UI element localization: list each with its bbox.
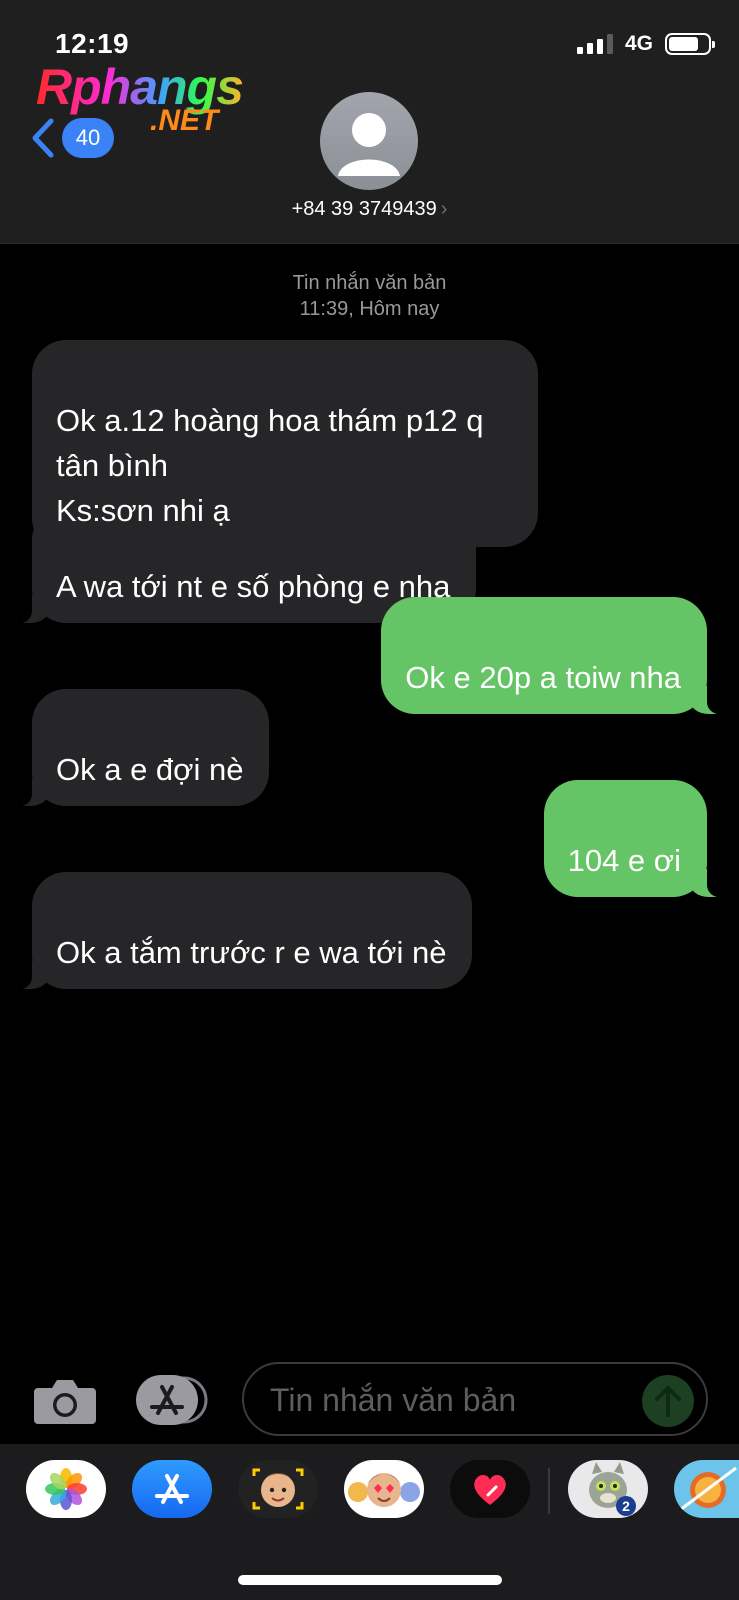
message-text: Ok a tắm trước r e wa tới nè [56,935,447,970]
arrow-up-icon [655,1386,681,1417]
drawer-divider [548,1468,550,1514]
chevron-left-icon [32,118,54,158]
digital-touch-icon[interactable] [450,1460,530,1518]
conversation-header: 12:19 4G Rphangs .NET 40 +84 39 3749439 › [0,0,739,244]
contact-name-button[interactable]: +84 39 3749439 › [0,198,739,221]
message-bubble-outgoing[interactable]: Ok e 20p a toiw nha [381,597,729,714]
battery-level [669,37,698,51]
message-text: 104 e ơi [567,843,681,878]
memoji-camera-glyph [252,1468,304,1510]
message-bubble-incoming[interactable]: Ok a tắm trước r e wa tới nè [9,872,473,989]
status-indicators: 4G [576,32,715,56]
person-icon [338,113,400,176]
fruit-ninja-glyph [679,1466,737,1512]
contact-avatar[interactable] [320,92,418,190]
message-bubble-incoming[interactable]: Ok a e đợi nè [9,689,270,806]
network-type: 4G [624,32,653,55]
message-input-placeholder: Tin nhắn văn bản [270,1382,517,1418]
apps-button[interactable] [136,1375,210,1425]
message-input[interactable]: Tin nhắn văn bản [242,1362,708,1436]
unread-count-badge: 40 [62,118,114,158]
talking-tom-glyph: 2 [589,1462,636,1516]
photos-glyph [45,1468,87,1510]
message-text: Ok a e đợi nè [56,752,244,787]
camera-icon[interactable] [34,1376,96,1424]
chevron-right-icon: › [440,198,448,220]
fruit-ninja-icon[interactable] [674,1460,739,1518]
conversation-meta: Tin nhắn văn bản 11:39, Hôm nay [0,270,739,322]
message-timestamp: 11:39, Hôm nay [299,298,440,320]
memoji-stickers-icon[interactable] [344,1460,424,1518]
home-indicator[interactable] [238,1575,502,1585]
memoji-camera-icon[interactable] [238,1460,318,1518]
status-time: 12:19 [55,28,130,59]
app-store-glyph [155,1474,189,1504]
heart-icon [474,1474,506,1505]
back-button[interactable]: 40 [30,118,114,158]
message-text: A wa tới nt e số phòng e nha [56,569,451,604]
send-button[interactable] [642,1375,694,1427]
service-label: Tin nhắn văn bản [292,272,447,294]
contact-name: +84 39 3749439 [291,198,437,220]
message-text: Ok e 20p a toiw nha [405,660,681,695]
memoji-stickers-glyph [348,1473,420,1507]
watermark-sub: .NET [150,104,219,137]
cellular-signal-icon [576,34,613,54]
battery-icon [665,33,715,55]
talking-tom-badge: 2 [622,1498,630,1514]
photos-icon[interactable] [26,1460,106,1518]
message-bubble-outgoing[interactable]: 104 e ơi [543,780,730,897]
talking-tom-icon[interactable]: 2 [568,1460,648,1518]
app-store-icon[interactable] [132,1460,212,1518]
